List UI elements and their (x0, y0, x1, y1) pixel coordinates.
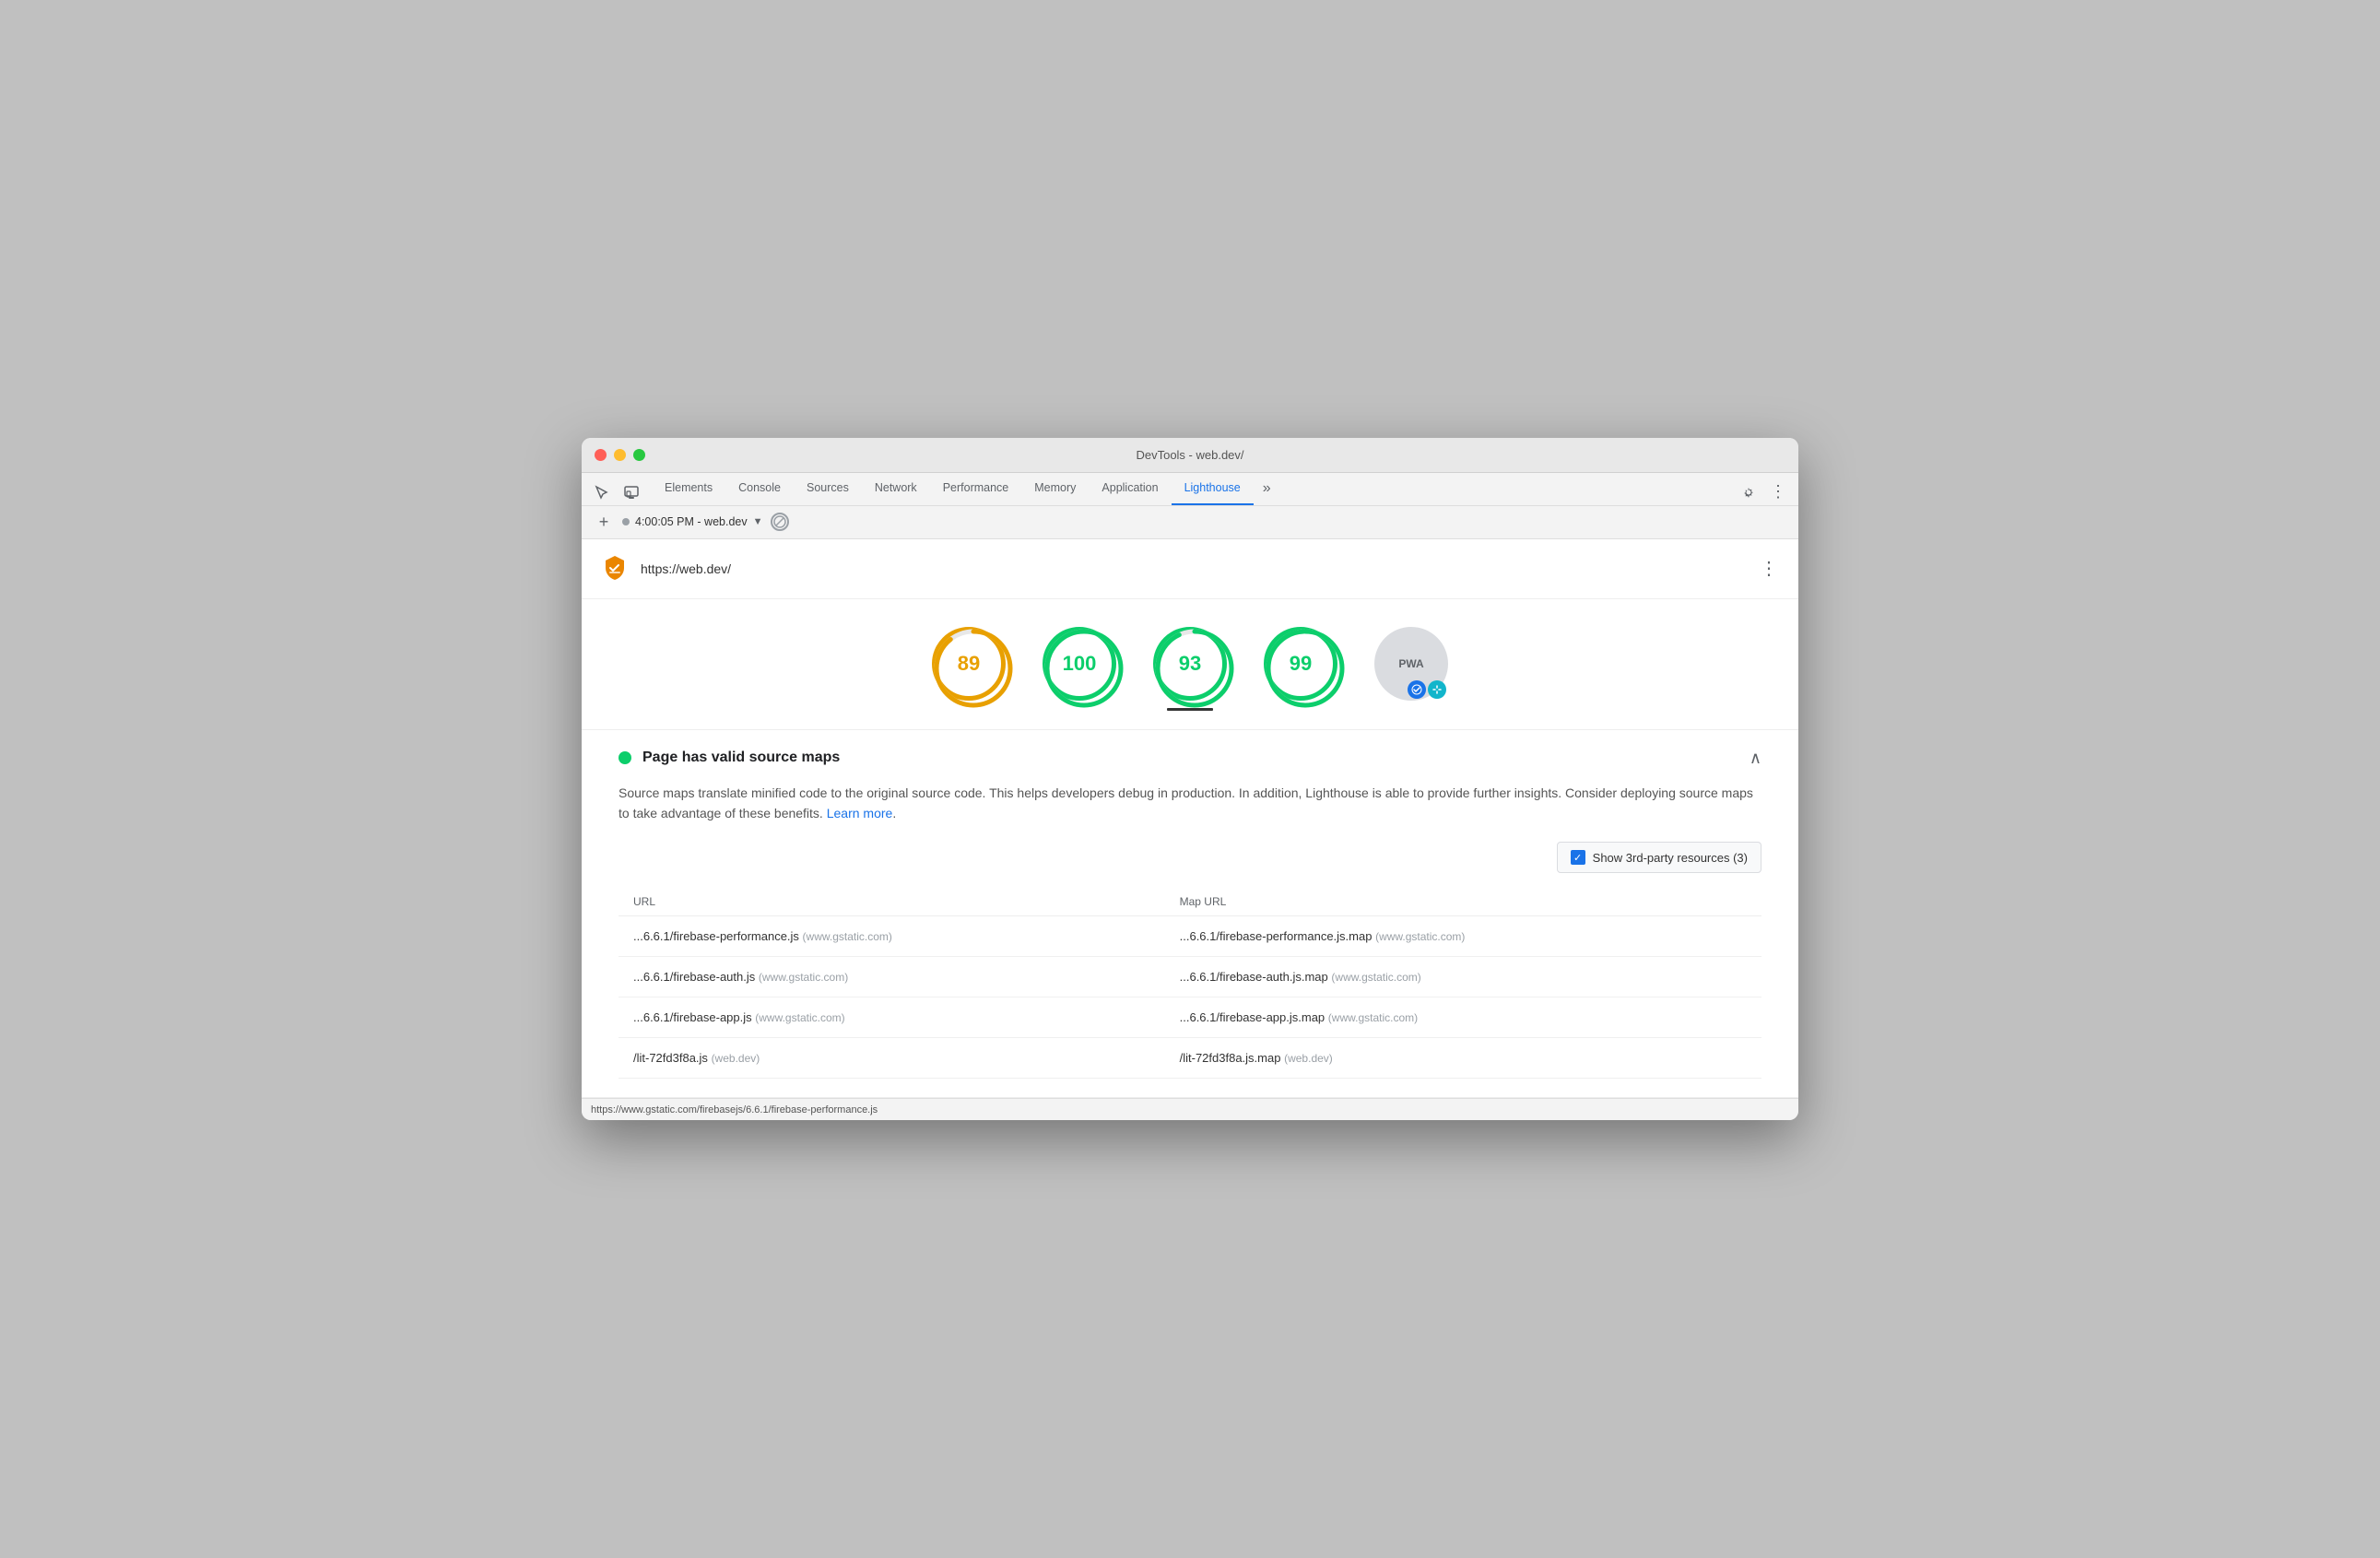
learn-more-link[interactable]: Learn more (827, 806, 893, 820)
tab-sources[interactable]: Sources (794, 473, 862, 505)
checkbox-checked-icon: ✓ (1571, 850, 1585, 865)
show-third-party-checkbox[interactable]: ✓ Show 3rd-party resources (3) (1557, 842, 1761, 873)
audit-description: Source maps translate minified code to t… (619, 783, 1761, 824)
inspect-tool-button[interactable] (589, 479, 615, 505)
session-chevron-icon: ▼ (753, 516, 763, 527)
no-throttle-icon[interactable] (771, 513, 789, 531)
window-title: DevTools - web.dev/ (1136, 448, 1243, 462)
pwa-badge-teal (1428, 680, 1446, 699)
table-row: ...6.6.1/firebase-performance.js (www.gs… (619, 916, 1761, 957)
audit-pass-icon (619, 751, 631, 764)
map-domain: (web.dev) (1284, 1052, 1333, 1065)
cell-map-url: ...6.6.1/firebase-app.js.map (www.gstati… (1165, 997, 1761, 1038)
tab-lighthouse[interactable]: Lighthouse (1172, 473, 1254, 505)
maximize-button[interactable] (633, 449, 645, 461)
cell-map-url: /lit-72fd3f8a.js.map (web.dev) (1165, 1038, 1761, 1079)
tab-console[interactable]: Console (725, 473, 794, 505)
browser-window: DevTools - web.dev/ Elements Console Sou… (582, 438, 1798, 1121)
lighthouse-logo-icon (600, 554, 630, 584)
score-seo[interactable]: 99 (1264, 627, 1337, 711)
url-domain: (web.dev) (712, 1052, 760, 1065)
column-map-url: Map URL (1165, 888, 1761, 916)
lighthouse-header: https://web.dev/ ⋮ (582, 539, 1798, 599)
score-performance[interactable]: 89 (932, 627, 1006, 711)
status-bar: https://www.gstatic.com/firebasejs/6.6.1… (582, 1098, 1798, 1120)
lighthouse-more-button[interactable]: ⋮ (1760, 557, 1780, 580)
status-bar-url: https://www.gstatic.com/firebasejs/6.6.1… (591, 1104, 878, 1115)
pwa-circle: PWA (1374, 627, 1448, 701)
lighthouse-url: https://web.dev/ (641, 561, 1749, 576)
tab-overflow-button[interactable]: » (1254, 473, 1280, 505)
content-area: Page has valid source maps ∧ Source maps… (582, 730, 1798, 1099)
cell-url: ...6.6.1/firebase-app.js (www.gstatic.co… (619, 997, 1165, 1038)
settings-button[interactable] (1736, 479, 1761, 505)
url-domain: (www.gstatic.com) (803, 930, 892, 943)
map-url-link[interactable]: /lit-72fd3f8a.js.map (1180, 1051, 1281, 1065)
title-bar: DevTools - web.dev/ (582, 438, 1798, 473)
more-options-button[interactable]: ⋮ (1765, 479, 1791, 505)
table-row: ...6.6.1/firebase-app.js (www.gstatic.co… (619, 997, 1761, 1038)
url-link[interactable]: ...6.6.1/firebase-app.js (633, 1010, 752, 1024)
minimize-button[interactable] (614, 449, 626, 461)
url-domain: (www.gstatic.com) (759, 971, 848, 984)
score-circle-seo: 99 (1264, 627, 1337, 701)
cell-url: /lit-72fd3f8a.js (web.dev) (619, 1038, 1165, 1079)
audit-title: Page has valid source maps (642, 749, 1738, 766)
scores-row: 89 100 (582, 599, 1798, 730)
third-party-row: ✓ Show 3rd-party resources (3) (619, 842, 1761, 873)
close-button[interactable] (595, 449, 607, 461)
tab-bar: Elements Console Sources Network Perform… (582, 473, 1798, 506)
third-party-label: Show 3rd-party resources (3) (1593, 851, 1748, 865)
cell-map-url: ...6.6.1/firebase-auth.js.map (www.gstat… (1165, 957, 1761, 997)
url-link[interactable]: /lit-72fd3f8a.js (633, 1051, 708, 1065)
audit-item-source-maps: Page has valid source maps ∧ Source maps… (582, 730, 1798, 1099)
session-dot (622, 518, 630, 525)
map-url-link[interactable]: ...6.6.1/firebase-app.js.map (1180, 1010, 1325, 1024)
pwa-badges (1408, 680, 1446, 699)
url-bar-row: + 4:00:05 PM - web.dev ▼ (582, 506, 1798, 539)
score-circle-best-practices: 93 (1153, 627, 1227, 701)
map-domain: (www.gstatic.com) (1375, 930, 1465, 943)
map-url-link[interactable]: ...6.6.1/firebase-performance.js.map (1180, 929, 1373, 943)
audit-collapse-button[interactable]: ∧ (1750, 749, 1761, 768)
add-session-button[interactable]: + (593, 511, 615, 533)
score-arc-performance (932, 627, 1015, 710)
score-arc-best-practices (1153, 627, 1236, 710)
score-pwa[interactable]: PWA (1374, 627, 1448, 711)
tab-application[interactable]: Application (1089, 473, 1171, 505)
map-url-link[interactable]: ...6.6.1/firebase-auth.js.map (1180, 970, 1328, 984)
device-toggle-button[interactable] (619, 479, 644, 505)
tab-elements[interactable]: Elements (652, 473, 725, 505)
tab-network[interactable]: Network (862, 473, 930, 505)
url-link[interactable]: ...6.6.1/firebase-performance.js (633, 929, 799, 943)
audit-header: Page has valid source maps ∧ (619, 749, 1761, 768)
lighthouse-panel: https://web.dev/ ⋮ 89 (582, 539, 1798, 1099)
pwa-badge-blue (1408, 680, 1426, 699)
url-domain: (www.gstatic.com) (755, 1011, 844, 1024)
map-domain: (www.gstatic.com) (1328, 1011, 1418, 1024)
cell-map-url: ...6.6.1/firebase-performance.js.map (ww… (1165, 916, 1761, 957)
tab-memory[interactable]: Memory (1021, 473, 1089, 505)
table-row: ...6.6.1/firebase-auth.js (www.gstatic.c… (619, 957, 1761, 997)
tab-performance[interactable]: Performance (930, 473, 1022, 505)
score-arc-seo (1264, 627, 1347, 710)
column-url: URL (619, 888, 1165, 916)
traffic-lights (595, 449, 645, 461)
score-arc-accessibility (1043, 627, 1125, 710)
map-domain: (www.gstatic.com) (1331, 971, 1420, 984)
url-link[interactable]: ...6.6.1/firebase-auth.js (633, 970, 755, 984)
table-row: /lit-72fd3f8a.js (web.dev) /lit-72fd3f8a… (619, 1038, 1761, 1079)
resource-table: URL Map URL ...6.6.1/firebase-performanc… (619, 888, 1761, 1079)
score-circle-performance: 89 (932, 627, 1006, 701)
score-circle-accessibility: 100 (1043, 627, 1116, 701)
cell-url: ...6.6.1/firebase-performance.js (www.gs… (619, 916, 1165, 957)
score-best-practices[interactable]: 93 (1153, 627, 1227, 711)
session-selector[interactable]: 4:00:05 PM - web.dev ▼ (622, 515, 763, 528)
table-header-row: URL Map URL (619, 888, 1761, 916)
score-accessibility[interactable]: 100 (1043, 627, 1116, 711)
cell-url: ...6.6.1/firebase-auth.js (www.gstatic.c… (619, 957, 1165, 997)
